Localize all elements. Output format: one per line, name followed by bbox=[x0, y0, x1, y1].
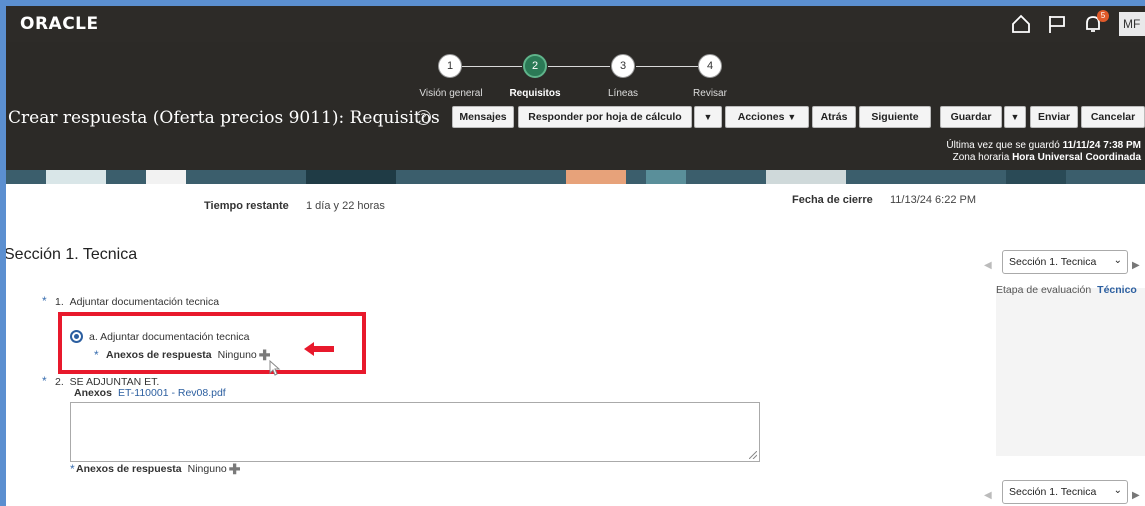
notification-badge: 5 bbox=[1097, 10, 1109, 22]
fecha-cierre-value: 11/13/24 6:22 PM bbox=[890, 194, 977, 206]
train-step-1-label[interactable]: Visión general bbox=[406, 88, 496, 99]
guardar-button[interactable]: Guardar bbox=[940, 106, 1002, 128]
decorative-banner bbox=[6, 170, 1145, 184]
tiempo-restante-value: 1 día y 22 horas bbox=[306, 200, 385, 212]
attachment-link[interactable]: ET-110001 - Rev08.pdf bbox=[118, 387, 226, 399]
section-selector-value: Sección 1. Tecnica bbox=[1009, 256, 1097, 268]
train-step-2[interactable]: 2 bbox=[523, 54, 547, 78]
train-step-1[interactable]: 1 bbox=[438, 54, 462, 78]
atras-button[interactable]: Atrás bbox=[812, 106, 856, 128]
question-2-number: 2. bbox=[55, 376, 64, 388]
section-selector-value: Sección 1. Tecnica bbox=[1009, 486, 1097, 498]
train-connector bbox=[548, 66, 610, 67]
acciones-label: Acciones bbox=[737, 111, 785, 123]
evaluation-panel bbox=[996, 288, 1145, 456]
home-icon[interactable] bbox=[1011, 14, 1031, 34]
responder-hoja-button[interactable]: Responder por hoja de cálculo bbox=[518, 106, 692, 128]
etapa-value: Técnico bbox=[1097, 284, 1137, 296]
anexos-respuesta-value: Ninguno bbox=[187, 463, 227, 475]
required-icon: * bbox=[42, 374, 47, 388]
save-status: Última vez que se guardó 11/11/24 7:38 P… bbox=[946, 140, 1141, 164]
help-icon[interactable]: ? bbox=[416, 110, 431, 125]
question-2-anexos: Anexos ET-110001 - Rev08.pdf bbox=[74, 387, 226, 399]
chevron-down-icon: ▼ bbox=[787, 112, 797, 122]
acciones-button[interactable]: Acciones ▼ bbox=[725, 106, 809, 128]
chevron-down-icon: ⌄ bbox=[1113, 485, 1122, 496]
train-connector bbox=[462, 66, 522, 67]
next-section-icon[interactable]: ▶ bbox=[1132, 260, 1140, 271]
next-section-icon[interactable]: ▶ bbox=[1132, 490, 1140, 501]
oracle-logo[interactable]: ORACLE bbox=[20, 14, 99, 34]
mouse-cursor-icon bbox=[269, 360, 281, 376]
etapa-label: Etapa de evaluación bbox=[996, 284, 1092, 296]
cancelar-button[interactable]: Cancelar bbox=[1081, 106, 1145, 128]
last-saved-label: Última vez que se guardó bbox=[946, 140, 1060, 151]
bell-icon[interactable]: 5 bbox=[1083, 10, 1109, 34]
section-selector-bottom[interactable]: Sección 1. Tecnica ⌄ bbox=[1002, 480, 1128, 504]
question-2-resp-anexos: Anexos de respuesta Ninguno ✚ bbox=[76, 462, 241, 476]
chevron-down-icon: ▼ bbox=[1010, 112, 1020, 122]
arrow-left-icon bbox=[304, 342, 334, 356]
train-step-2-label[interactable]: Requisitos bbox=[490, 88, 580, 99]
main-content: Tiempo restante 1 día y 22 horas Fecha d… bbox=[4, 184, 1145, 506]
timezone-value: Hora Universal Coordinada bbox=[1012, 152, 1141, 163]
add-attachment-icon[interactable]: ✚ bbox=[229, 462, 241, 476]
section-selector-top[interactable]: Sección 1. Tecnica ⌄ bbox=[1002, 250, 1128, 274]
response-textarea[interactable] bbox=[70, 402, 760, 462]
train-step-3[interactable]: 3 bbox=[611, 54, 635, 78]
page-header: 1 2 3 4 Visión general Requisitos Líneas… bbox=[6, 42, 1145, 170]
enviar-button[interactable]: Enviar bbox=[1030, 106, 1078, 128]
etapa-evaluacion: Etapa de evaluación Técnico bbox=[996, 284, 1137, 296]
avatar[interactable]: MF bbox=[1119, 12, 1145, 36]
page-title: Crear respuesta (Oferta precios 9011): R… bbox=[8, 108, 440, 128]
resize-handle-icon[interactable] bbox=[749, 451, 757, 459]
tiempo-restante-label: Tiempo restante bbox=[204, 200, 289, 212]
anexos-respuesta-label: Anexos de respuesta bbox=[76, 463, 182, 475]
question-1-text: Adjuntar documentación tecnica bbox=[69, 296, 220, 308]
prev-section-icon[interactable]: ◀ bbox=[984, 260, 992, 271]
guardar-dropdown-button[interactable]: ▼ bbox=[1004, 106, 1026, 128]
timezone-label: Zona horaria bbox=[952, 152, 1010, 163]
train-step-3-label[interactable]: Líneas bbox=[578, 88, 668, 99]
flag-icon[interactable] bbox=[1047, 14, 1067, 34]
chevron-down-icon: ⌄ bbox=[1113, 255, 1122, 266]
train-step-4-label[interactable]: Revisar bbox=[665, 88, 755, 99]
train-connector bbox=[636, 66, 698, 67]
global-header: ORACLE 5 MF bbox=[6, 6, 1145, 42]
question-1: 1. Adjuntar documentación tecnica bbox=[55, 296, 219, 308]
train-step-4[interactable]: 4 bbox=[698, 54, 722, 78]
question-1-number: 1. bbox=[55, 296, 64, 308]
prev-section-icon[interactable]: ◀ bbox=[984, 490, 992, 501]
section-title: Sección 1. Tecnica bbox=[4, 246, 138, 263]
mensajes-button[interactable]: Mensajes bbox=[452, 106, 514, 128]
responder-dropdown-button[interactable]: ▼ bbox=[694, 106, 722, 128]
fecha-cierre-label: Fecha de cierre bbox=[792, 194, 873, 206]
header-icons: 5 MF bbox=[1011, 6, 1145, 42]
siguiente-button[interactable]: Siguiente bbox=[859, 106, 931, 128]
chevron-down-icon: ▼ bbox=[703, 112, 713, 122]
required-icon: * bbox=[70, 462, 75, 476]
anexos-label: Anexos bbox=[74, 387, 112, 399]
last-saved-value: 11/11/24 7:38 PM bbox=[1062, 140, 1141, 151]
required-icon: * bbox=[42, 294, 47, 308]
